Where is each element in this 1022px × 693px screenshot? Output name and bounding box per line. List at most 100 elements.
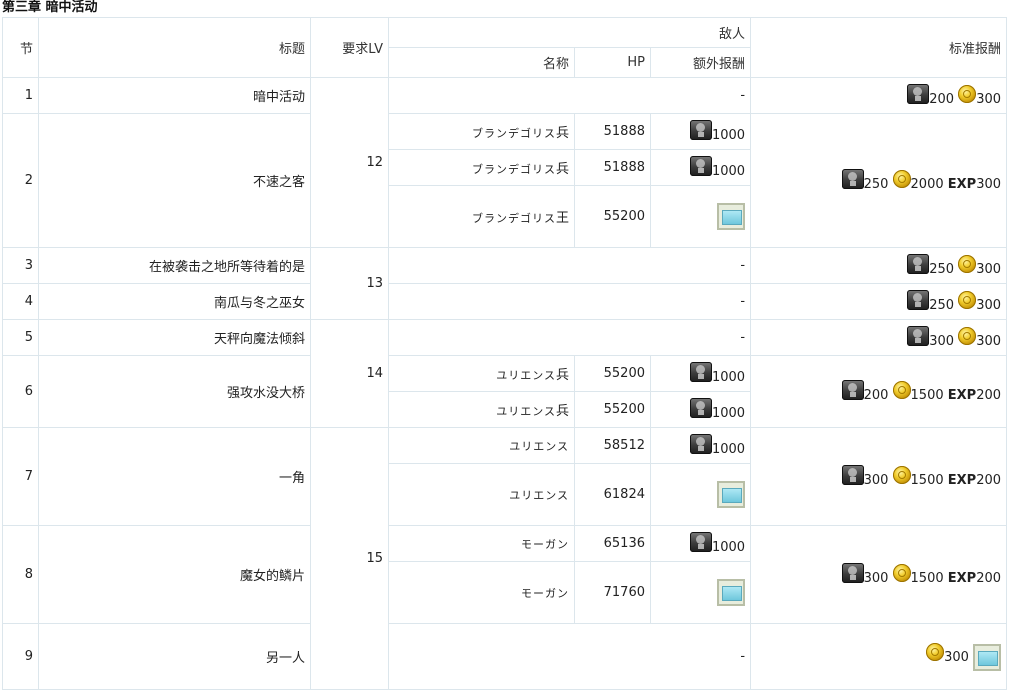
required-level: 15 [310, 427, 389, 690]
exp-label: EXP [947, 388, 977, 403]
spirit-amount: 200 [929, 92, 955, 107]
no-enemy: - [387, 623, 752, 690]
enemy-name: ユリエンス兵 [388, 355, 575, 392]
spirit-gem-icon [907, 326, 930, 346]
table-row: 4 南瓜与冬之巫女 - 250 300 [2, 283, 1008, 320]
table-row: 1 暗中活动 12 - 200 300 [2, 77, 1008, 248]
section-number: 6 [2, 355, 39, 428]
gold-coin-icon [892, 381, 911, 399]
gold-coin-icon [958, 291, 977, 309]
enemy-name: モーガン [388, 525, 575, 562]
table-row: 6 强攻水没大桥 ユリエンス兵 55200 1000 200 1500 EXP2… [2, 355, 1008, 428]
enemy-name: ブランデゴリス兵 [388, 149, 575, 186]
section-number: 4 [2, 283, 39, 320]
spirit-gem-icon [689, 434, 712, 454]
gold-coin-icon [892, 564, 911, 582]
section-title: 不速之客 [38, 113, 311, 248]
required-level: 12 [310, 77, 389, 248]
table-row: 7 一角 15 ユリエンス 58512 1000 300 1500 EXP200 [2, 427, 1008, 690]
ticket-card-icon [717, 203, 746, 230]
standard-reward: 300 1500 EXP200 [750, 525, 1008, 624]
table-row: 8 魔女的鳞片 モーガン 65136 1000 300 1500 EXP200 [2, 525, 1008, 624]
standard-reward: 300 1500 EXP200 [750, 427, 1008, 526]
gold-coin-icon [958, 327, 977, 345]
gold-coin-icon [926, 642, 945, 661]
enemy-name: ブランデゴリス王 [388, 185, 575, 248]
ticket-card-icon [717, 481, 746, 508]
extra-reward: 1000 [649, 355, 752, 392]
extra-reward: 1000 [649, 149, 752, 186]
standard-reward: 200 300 [750, 77, 1008, 114]
enemy-hp: 55200 [574, 391, 651, 428]
enemy-hp: 51888 [574, 113, 651, 150]
spirit-gem-icon [689, 398, 712, 418]
gold-coin-icon [958, 85, 977, 103]
header-name: 名称 [388, 47, 575, 78]
standard-reward: 200 1500 EXP200 [750, 355, 1008, 428]
spirit-gem-icon [907, 290, 930, 310]
standard-reward: 250 300 [750, 247, 1008, 284]
chapter-table: 节 标题 要求LV 敌人 标准报酬 名称 HP 额外报酬 1 暗中活动 12 -… [2, 17, 1008, 690]
header-title: 标题 [38, 17, 311, 78]
header-hp: HP [574, 47, 651, 78]
ticket-card-icon [717, 579, 746, 606]
enemy-name: ユリエンス兵 [388, 391, 575, 428]
header-section: 节 [2, 17, 39, 78]
section-title: 另一人 [38, 623, 311, 690]
gold-coin-icon [892, 170, 911, 188]
section-number: 8 [2, 525, 39, 624]
enemy-hp: 71760 [574, 561, 651, 624]
enemy-hp: 51888 [574, 149, 651, 186]
gold-coin-icon [892, 466, 911, 484]
spirit-gem-icon [689, 156, 712, 176]
section-number: 1 [2, 77, 39, 114]
standard-reward: 300 300 [750, 319, 1008, 356]
gold-amount: 300 [976, 92, 1002, 107]
section-title: 天秤向魔法倾斜 [38, 319, 311, 356]
header-std-reward: 标准报酬 [750, 17, 1008, 78]
spirit-gem-icon [841, 563, 864, 583]
exp-label: EXP [947, 473, 977, 488]
spirit-gem-icon [689, 120, 712, 140]
enemy-name: モーガン [388, 561, 575, 624]
required-level: 13 [310, 247, 389, 320]
table-row: 3 在被袭击之地所等待着的是 13 - 250 300 [2, 247, 1008, 320]
standard-reward: 300 [750, 623, 1008, 690]
section-title: 在被袭击之地所等待着的是 [38, 247, 311, 284]
required-level: 14 [310, 319, 389, 428]
extra-reward: 1000 [649, 525, 752, 562]
no-enemy: - [387, 247, 752, 284]
section-number: 5 [2, 319, 39, 356]
enemy-hp: 55200 [574, 355, 651, 392]
spirit-gem-icon [689, 532, 712, 552]
section-number: 7 [2, 427, 39, 526]
section-number: 9 [2, 623, 39, 690]
section-title: 强攻水没大桥 [38, 355, 311, 428]
header-req-lv: 要求LV [310, 17, 389, 78]
table-row: 5 天秤向魔法倾斜 14 - 300 300 [2, 319, 1008, 428]
section-title: 一角 [38, 427, 311, 526]
standard-reward: 250 2000 EXP300 [750, 113, 1008, 248]
enemy-hp: 58512 [574, 427, 651, 464]
spirit-gem-icon [841, 465, 864, 485]
extra-reward [649, 463, 752, 526]
exp-label: EXP [947, 571, 977, 586]
exp-label: EXP [947, 177, 977, 192]
spirit-gem-icon [907, 254, 930, 274]
enemy-hp: 65136 [574, 525, 651, 562]
spirit-gem-icon [689, 362, 712, 382]
section-number: 3 [2, 247, 39, 284]
header-extra-reward: 额外报酬 [649, 47, 752, 78]
extra-reward [649, 561, 752, 624]
gold-coin-icon [958, 255, 977, 273]
enemy-name: ユリエンス [388, 427, 575, 464]
table-row: 9 另一人 - 300 [2, 623, 1008, 690]
table-row: 2 不速之客 ブランデゴリス兵 51888 1000 250 2000 EXP3… [2, 113, 1008, 248]
section-title: 南瓜与冬之巫女 [38, 283, 311, 320]
no-enemy: - [387, 77, 752, 114]
extra-reward [649, 185, 752, 248]
spirit-gem-icon [907, 84, 930, 104]
extra-reward: 1000 [649, 427, 752, 464]
enemy-hp: 61824 [574, 463, 651, 526]
spirit-gem-icon [841, 169, 864, 189]
